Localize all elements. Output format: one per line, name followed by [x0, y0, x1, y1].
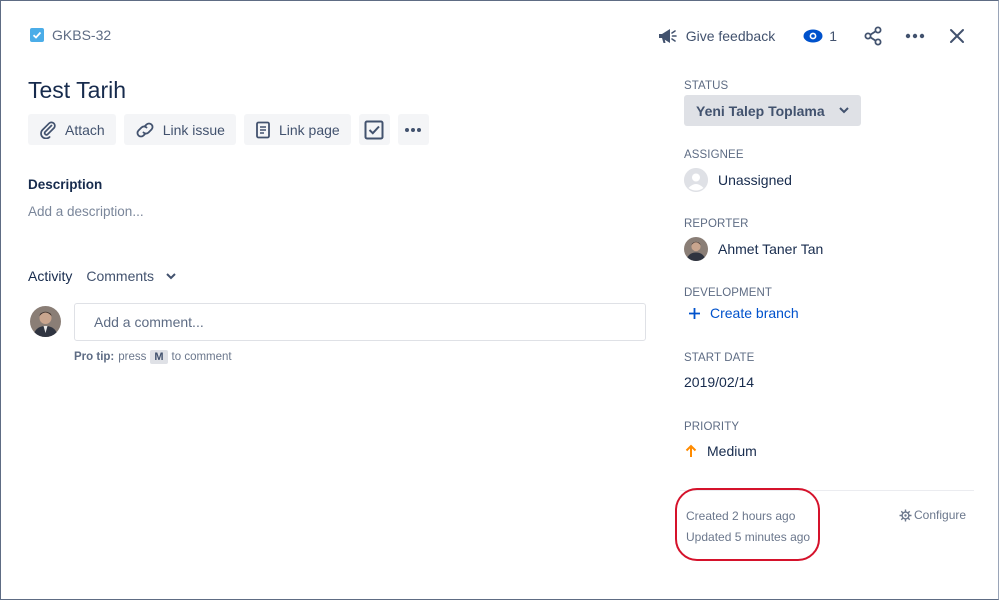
close-button[interactable] — [943, 22, 971, 50]
development-heading: DEVELOPMENT — [684, 287, 773, 299]
unassigned-avatar-icon — [684, 168, 708, 192]
configure-label: Configure — [914, 508, 967, 522]
status-dropdown[interactable]: Yeni Talep Toplama — [684, 95, 861, 126]
activity-heading: Activity — [28, 268, 73, 284]
task-type-icon — [30, 28, 44, 42]
plus-icon — [689, 307, 700, 319]
give-feedback-button[interactable]: Give feedback — [656, 26, 776, 46]
link-page-label: Link page — [278, 121, 340, 138]
protip-press: press — [118, 351, 147, 363]
activity-filter-value: Comments — [86, 268, 155, 284]
protip-key: M — [150, 350, 168, 364]
close-icon — [950, 29, 964, 43]
gear-icon — [899, 509, 912, 521]
protip-suffix: to comment — [171, 351, 232, 363]
checkbox-icon — [364, 120, 384, 139]
share-icon — [864, 26, 882, 46]
description-heading: Description — [28, 177, 103, 192]
more-horizontal-icon — [905, 33, 925, 39]
reporter-heading: REPORTER — [684, 218, 749, 230]
watch-button[interactable]: 1 — [803, 28, 837, 44]
configure-button[interactable]: Configure — [899, 508, 966, 522]
comment-protip: Pro tip: press M to comment — [74, 350, 232, 364]
create-subtask-button[interactable] — [358, 114, 390, 145]
assignee-heading: ASSIGNEE — [684, 149, 744, 161]
protip-prefix: Pro tip: — [74, 351, 115, 363]
create-branch-label: Create branch — [710, 305, 799, 321]
issue-title[interactable]: Test Tarih — [28, 77, 126, 104]
link-issue-button[interactable]: Link issue — [123, 114, 236, 145]
page-icon — [256, 121, 270, 138]
priority-value: Medium — [707, 443, 757, 459]
link-page-button[interactable]: Link page — [243, 114, 351, 145]
status-value: Yeni Talep Toplama — [696, 102, 825, 119]
issue-actions: Attach Link issue Link page — [28, 114, 429, 145]
start-date-value[interactable]: 2019/02/14 — [684, 374, 754, 390]
reporter-value: Ahmet Taner Tan — [718, 241, 824, 257]
current-user-avatar — [30, 306, 61, 337]
watch-count: 1 — [829, 28, 837, 44]
more-actions-button[interactable] — [901, 22, 929, 50]
description-field[interactable]: Add a description... — [28, 204, 144, 219]
priority-field[interactable]: Medium — [684, 443, 757, 459]
issue-key[interactable]: GKBS-32 — [52, 27, 111, 43]
eye-icon — [803, 29, 823, 43]
start-date-heading: START DATE — [684, 352, 755, 364]
link-issue-label: Link issue — [162, 121, 225, 138]
priority-heading: PRIORITY — [684, 421, 740, 433]
create-branch-link[interactable]: Create branch — [688, 305, 799, 321]
annotation-highlight — [675, 488, 820, 561]
issue-dialog — [0, 0, 999, 600]
more-issue-actions-button[interactable] — [397, 114, 429, 145]
activity-header: Activity Comments — [28, 268, 176, 284]
issue-breadcrumb[interactable]: GKBS-32 — [30, 27, 111, 43]
issue-toolbar: Give feedback 1 — [656, 22, 971, 50]
assignee-field[interactable]: Unassigned — [684, 168, 792, 192]
activity-filter-dropdown[interactable]: Comments — [86, 268, 176, 284]
chevron-down-icon — [838, 107, 849, 114]
arrow-up-icon — [685, 444, 697, 457]
more-horizontal-icon — [405, 127, 422, 132]
chevron-down-icon — [166, 272, 176, 279]
link-icon — [136, 122, 154, 137]
reporter-avatar — [684, 237, 708, 261]
assignee-value: Unassigned — [718, 172, 792, 188]
megaphone-icon — [658, 29, 677, 43]
attach-label: Attach — [65, 121, 105, 138]
paperclip-icon — [40, 121, 56, 139]
comment-input[interactable]: Add a comment... — [74, 303, 646, 341]
status-heading: STATUS — [684, 80, 729, 92]
give-feedback-label: Give feedback — [685, 28, 776, 44]
reporter-field[interactable]: Ahmet Taner Tan — [684, 237, 823, 261]
share-button[interactable] — [859, 22, 887, 50]
attach-button[interactable]: Attach — [28, 114, 116, 145]
